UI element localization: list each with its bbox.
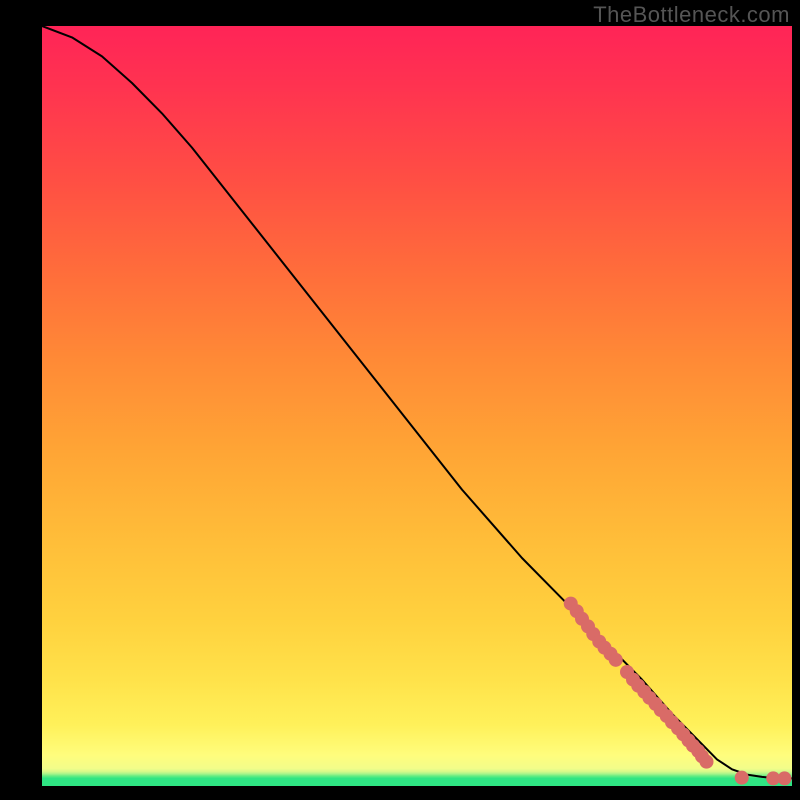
plot-area [42, 26, 792, 786]
data-point [735, 771, 749, 785]
chart-stage: TheBottleneck.com [0, 0, 800, 800]
data-point [609, 653, 623, 667]
highlighted-points [564, 597, 792, 786]
data-point [778, 771, 792, 785]
chart-overlay [42, 26, 792, 786]
watermark-text: TheBottleneck.com [593, 2, 790, 28]
data-point [700, 755, 714, 769]
bottleneck-curve [42, 26, 792, 778]
